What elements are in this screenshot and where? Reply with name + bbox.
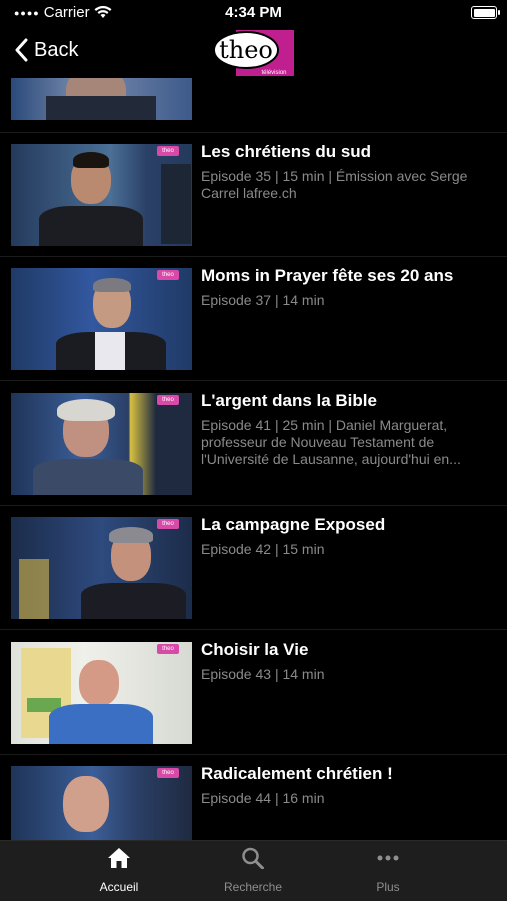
episode-thumbnail: theo [11, 393, 192, 495]
episode-title: Moms in Prayer fête ses 20 ans [201, 266, 454, 285]
episode-thumbnail: theo [11, 642, 192, 744]
episode-title: Choisir la Vie [201, 640, 309, 659]
episode-thumbnail: theo [11, 517, 192, 619]
episode-thumbnail: theo [11, 268, 192, 370]
episode-title: Radicalement chrétien ! [201, 764, 393, 783]
tab-bar: Accueil Recherche Plus [0, 840, 507, 901]
divider [0, 505, 507, 506]
episode-description: Episode 42 | 15 min [201, 541, 325, 557]
list-item[interactable]: theo Les chrétiens du sud Episode 35 | 1… [0, 142, 507, 246]
tab-recherche[interactable]: Recherche [193, 847, 313, 894]
episode-description: Episode 41 | 25 min | Daniel Marguerat, … [201, 417, 461, 467]
episode-thumbnail-partial[interactable] [11, 78, 192, 120]
list-item[interactable]: theo Radicalement chrétien ! Episode 44 … [0, 764, 507, 840]
status-bar: ●●●● Carrier 4:34 PM [0, 0, 507, 26]
divider [0, 256, 507, 257]
episode-thumbnail: theo [11, 144, 192, 246]
list-item[interactable]: theo Choisir la Vie Episode 43 | 14 min [0, 640, 507, 744]
episode-title: Les chrétiens du sud [201, 142, 372, 161]
divider [0, 754, 507, 755]
episode-thumbnail: theo [11, 766, 192, 840]
svg-text:télévision: télévision [261, 70, 286, 76]
episode-description: Episode 37 | 14 min [201, 292, 325, 308]
back-label: Back [34, 38, 79, 61]
episode-description: Episode 44 | 16 min [201, 790, 325, 806]
episode-description: Episode 43 | 14 min [201, 666, 325, 682]
more-icon [377, 855, 399, 861]
divider [0, 629, 507, 630]
chevron-left-icon [15, 38, 28, 62]
tab-label: Plus [376, 880, 400, 894]
episode-description: Episode 35 | 15 min | Émission avec Serg… [201, 168, 468, 201]
episode-title: L'argent dans la Bible [201, 391, 377, 410]
list-item[interactable]: theo L'argent dans la Bible Episode 41 |… [0, 391, 507, 495]
nav-bar: Back theo télévision [0, 26, 507, 78]
theo-logo: theo télévision [213, 30, 294, 76]
tab-accueil[interactable]: Accueil [59, 847, 179, 894]
list-item[interactable]: theo La campagne Exposed Episode 42 | 15… [0, 515, 507, 619]
home-icon [108, 848, 130, 868]
back-button[interactable]: Back [14, 38, 78, 62]
divider [0, 132, 507, 133]
divider [0, 380, 507, 381]
tab-label: Accueil [99, 880, 139, 894]
episode-title: La campagne Exposed [201, 515, 386, 534]
search-icon [242, 847, 264, 870]
list-item[interactable]: theo Moms in Prayer fête ses 20 ans Epis… [0, 266, 507, 370]
status-time: 4:34 PM [225, 4, 282, 21]
battery-icon [471, 6, 500, 19]
tab-plus[interactable]: Plus [328, 847, 448, 894]
tab-label: Recherche [223, 880, 283, 894]
episode-list[interactable]: theo Les chrétiens du sud Episode 35 | 1… [0, 78, 507, 840]
svg-text:theo: theo [219, 36, 273, 64]
